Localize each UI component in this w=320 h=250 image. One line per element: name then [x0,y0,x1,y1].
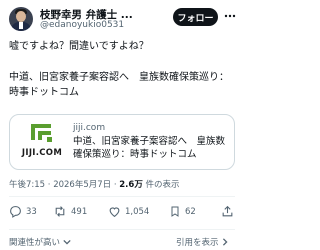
view-quotes-link[interactable]: 引用を表示 [176,236,228,248]
views-count: 2.6万 [119,180,143,190]
jiji-logo-icon [31,124,52,142]
reply-count: 33 [26,206,37,217]
jiji-logo-text: JIJI.COM [21,148,63,158]
tweet-text-line1: 嘘ですよね？間違いですよね？ [9,41,149,52]
sort-dropdown[interactable]: 関連性が高い [9,236,71,248]
more-options-icon[interactable] [223,9,237,23]
author-handle[interactable]: @edanoyukio0531 [40,20,124,30]
share-icon [222,205,233,217]
heart-icon [109,207,120,218]
like-count: 1,054 [125,206,150,217]
reply-button[interactable]: 33 [9,205,37,218]
share-button[interactable] [221,205,234,218]
action-bar: 33 491 1,054 62 [9,205,235,223]
card-domain: jiji.com [73,123,106,133]
tweet-header: 枝野幸男 弁護士 ... @edanoyukio0531 フォロー [9,7,237,33]
tweet-meta: 午後7:15 · 2026年5月7日 · 2.6万 件の表示 [9,180,180,190]
link-card[interactable]: JIJI.COM jiji.com 中道、旧宮家養子案容認へ 皇族数確保策巡り：… [9,114,235,170]
follow-button[interactable]: フォロー [173,8,218,26]
retweet-icon [55,206,65,217]
reply-icon [10,206,21,218]
card-title: 中道、旧宮家養子案容認へ 皇族数確保策巡り：時事ドットコム [73,136,226,160]
bookmark-count: 62 [185,206,196,217]
chevron-down-icon [63,239,71,245]
bookmark-button[interactable]: 62 [169,205,196,218]
jiji-logo: JIJI.COM [20,122,64,162]
like-button[interactable]: 1,054 [108,205,149,218]
divider [9,196,235,197]
views-label: 件の表示 [145,180,180,190]
view-quotes-label: 引用を表示 [176,238,219,248]
bookmark-icon [171,206,179,217]
tweet-text-body: 中道、旧宮家養子案容認へ 皇族数確保策巡り：時事ドットコム [9,72,229,98]
retweet-count: 491 [71,206,88,217]
divider [9,229,235,230]
sort-label: 関連性が高い [9,238,61,248]
avatar[interactable] [9,7,33,31]
tweet-time[interactable]: 午後7:15 [9,180,45,190]
retweet-button[interactable]: 491 [53,205,87,218]
chevron-right-icon [222,238,228,246]
tweet-date[interactable]: 2026年5月7日 [53,180,111,190]
